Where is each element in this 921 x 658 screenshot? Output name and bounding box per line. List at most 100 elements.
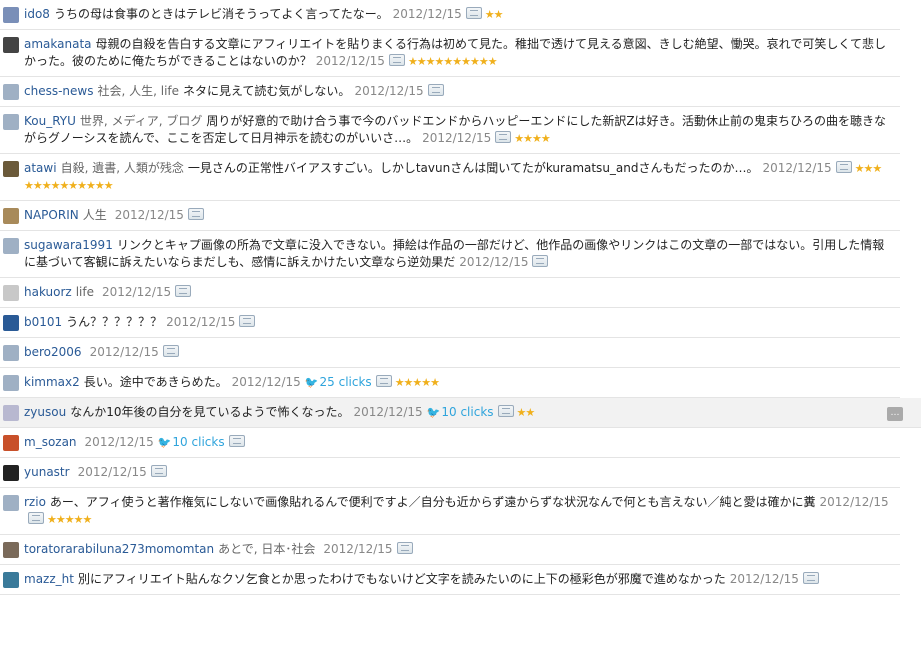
comment-row: yunastr 2012/12/15 — [0, 458, 900, 488]
star-rating[interactable]: ★★★★★ — [395, 376, 440, 389]
avatar[interactable] — [3, 37, 19, 53]
avatar[interactable] — [3, 7, 19, 23]
add-star-icon[interactable] — [835, 161, 852, 173]
add-star-icon[interactable] — [532, 255, 549, 267]
avatar[interactable] — [3, 542, 19, 558]
comment-body: amakanata 母親の自殺を告白する文章にアフィリエイトを貼りまくる行為は初め… — [24, 36, 894, 70]
comment-date[interactable]: 2012/12/15 — [115, 208, 184, 222]
username-link[interactable]: amakanata — [24, 37, 92, 51]
comment-text: うちの母は食事のときはテレビ消そうってよく言ってたなー。 — [53, 7, 389, 21]
comment-date[interactable]: 2012/12/15 — [459, 255, 528, 269]
avatar[interactable] — [3, 285, 19, 301]
username-link[interactable]: toratorarabiluna273momomtan — [24, 542, 214, 556]
username-link[interactable]: yunastr — [24, 465, 70, 479]
comment-date[interactable]: 2012/12/15 — [354, 405, 423, 419]
comment-row: chess-news 社会, 人生, life ネタに見えて読む気がしない。 2012… — [0, 77, 900, 107]
comment-text: 別にアフィリエイト貼んなクソ乞食とか思ったわけでもないけど文字を読みたいのに上下… — [77, 572, 726, 586]
username-link[interactable]: bero2006 — [24, 345, 82, 359]
add-star-icon[interactable] — [187, 208, 204, 220]
comment-body: mazz_ht 別にアフィリエイト貼んなクソ乞食とか思ったわけでもないけど文字を読… — [24, 571, 894, 588]
avatar[interactable] — [3, 114, 19, 130]
comment-date[interactable]: 2012/12/15 — [102, 285, 171, 299]
avatar[interactable] — [3, 238, 19, 254]
tag-list[interactable]: 人生 — [83, 208, 107, 222]
comment-row: Kou_RYU 世界, メディア, ブログ 周りが好意的で助け合う事で今のバッドエン… — [0, 107, 900, 154]
add-star-icon[interactable] — [465, 7, 482, 19]
avatar[interactable] — [3, 315, 19, 331]
tag-list[interactable]: life — [76, 285, 94, 299]
comment-text: リンクとキャプ画像の所為で文章に没入できない。挿絵は作品の一部だけど、他作品の画… — [24, 238, 885, 269]
add-star-icon[interactable] — [427, 84, 444, 96]
comment-date[interactable]: 2012/12/15 — [316, 54, 385, 68]
comment-body: sugawara1991 リンクとキャプ画像の所為で文章に没入できない。挿絵は作品… — [24, 237, 894, 271]
comment-date[interactable]: 2012/12/15 — [232, 375, 301, 389]
comment-date[interactable]: 2012/12/15 — [820, 495, 889, 509]
avatar[interactable] — [3, 375, 19, 391]
avatar[interactable] — [3, 572, 19, 588]
add-star-icon[interactable] — [28, 512, 44, 524]
add-star-icon[interactable] — [239, 315, 256, 327]
avatar[interactable] — [3, 435, 19, 451]
tag-list[interactable]: あとで, 日本･社会 — [218, 542, 315, 556]
tag-list[interactable]: 社会, 人生, life — [97, 84, 179, 98]
username-link[interactable]: sugawara1991 — [24, 238, 113, 252]
username-link[interactable]: Kou_RYU — [24, 114, 76, 128]
add-star-icon[interactable] — [396, 542, 413, 554]
add-star-icon[interactable] — [150, 465, 167, 477]
comment-date[interactable]: 2012/12/15 — [166, 315, 235, 329]
username-link[interactable]: NAPORIN — [24, 208, 79, 222]
comment-text: ネタに見えて読む気がしない。 — [183, 84, 351, 98]
comment-body: ido8 うちの母は食事のときはテレビ消そうってよく言ってたなー。 2012/12/… — [24, 6, 894, 23]
comment-date[interactable]: 2012/12/15 — [323, 542, 392, 556]
add-star-icon[interactable] — [388, 54, 405, 66]
username-link[interactable]: kimmax2 — [24, 375, 80, 389]
avatar[interactable] — [3, 465, 19, 481]
add-star-icon[interactable] — [802, 572, 819, 584]
twitter-clicks[interactable]: 🐦10 clicks — [427, 405, 494, 419]
comment-row: kimmax2 長い。途中であきらめた。 2012/12/15 🐦25 clicks ★… — [0, 368, 900, 398]
comment-date[interactable]: 2012/12/15 — [78, 465, 147, 479]
star-rating[interactable]: ★★ — [517, 406, 536, 419]
username-link[interactable]: chess-news — [24, 84, 93, 98]
twitter-clicks[interactable]: 🐦25 clicks — [305, 375, 372, 389]
username-link[interactable]: zyusou — [24, 405, 66, 419]
add-star-icon[interactable] — [497, 405, 514, 417]
star-rating[interactable]: ★★★★★★★★★★ — [408, 55, 498, 68]
add-star-icon[interactable] — [228, 435, 245, 447]
username-link[interactable]: mazz_ht — [24, 572, 74, 586]
avatar[interactable] — [3, 495, 19, 511]
twitter-clicks[interactable]: 🐦10 clicks — [158, 435, 225, 449]
comment-date[interactable]: 2012/12/15 — [393, 7, 462, 21]
username-link[interactable]: atawi — [24, 161, 57, 175]
comment-body: yunastr 2012/12/15 — [24, 464, 894, 481]
tag-list[interactable]: 世界, メディア, ブログ — [80, 114, 202, 128]
avatar[interactable] — [3, 405, 19, 421]
avatar[interactable] — [3, 208, 19, 224]
comment-date[interactable]: 2012/12/15 — [354, 84, 423, 98]
comment-date[interactable]: 2012/12/15 — [90, 345, 159, 359]
star-rating[interactable]: ★★★★ — [514, 132, 550, 145]
comment-date[interactable]: 2012/12/15 — [85, 435, 154, 449]
add-star-icon[interactable] — [375, 375, 392, 387]
star-rating[interactable]: ★★★★★ — [47, 513, 92, 526]
username-link[interactable]: ido8 — [24, 7, 50, 21]
comment-body: m_sozan 2012/12/15 🐦10 clicks — [24, 434, 894, 451]
username-link[interactable]: rzio — [24, 495, 46, 509]
add-star-icon[interactable] — [162, 345, 179, 357]
reply-icon[interactable]: … — [887, 407, 903, 421]
comment-body: zyusou なんか10年後の自分を見ているようで怖くなった。 2012/12/15… — [24, 404, 915, 421]
add-star-icon[interactable] — [495, 131, 512, 143]
username-link[interactable]: m_sozan — [24, 435, 77, 449]
comment-row: sugawara1991 リンクとキャプ画像の所為で文章に没入できない。挿絵は作品… — [0, 231, 900, 278]
username-link[interactable]: hakuorz — [24, 285, 72, 299]
star-rating[interactable]: ★★ — [485, 8, 504, 21]
comment-date[interactable]: 2012/12/15 — [763, 161, 832, 175]
avatar[interactable] — [3, 84, 19, 100]
tag-list[interactable]: 自殺, 遺書, 人類が残念 — [61, 161, 184, 175]
add-star-icon[interactable] — [175, 285, 192, 297]
avatar[interactable] — [3, 161, 19, 177]
avatar[interactable] — [3, 345, 19, 361]
comment-date[interactable]: 2012/12/15 — [422, 131, 491, 145]
username-link[interactable]: b0101 — [24, 315, 62, 329]
comment-date[interactable]: 2012/12/15 — [730, 572, 799, 586]
